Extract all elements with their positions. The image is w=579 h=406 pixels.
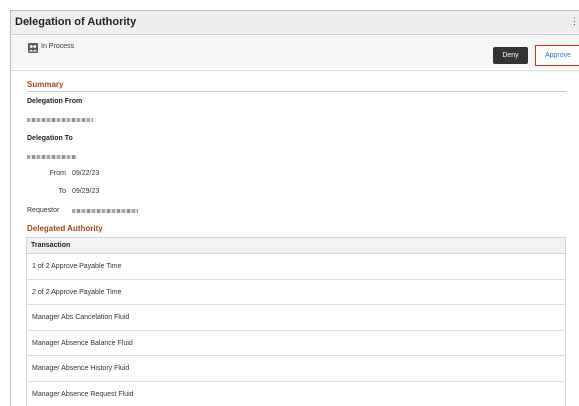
transaction-grid: Transaction 1 of 2 Approve Payable Time …: [26, 237, 566, 406]
people-icon: [28, 43, 38, 53]
status-bar: In Process Deny Approve: [11, 36, 579, 69]
delegation-to-label: Delegation To: [27, 135, 73, 142]
table-row: Manager Abs Cancelation Fluid: [27, 305, 565, 331]
delegation-from-label: Delegation From: [27, 98, 83, 105]
more-options-icon[interactable]: ⋮: [570, 17, 579, 26]
table-row: 1 of 2 Approve Payable Time: [27, 254, 565, 280]
header-divider: [11, 70, 579, 71]
approve-button[interactable]: Approve: [535, 45, 579, 66]
table-row: Manager Absence History Fluid: [27, 356, 565, 382]
deny-button[interactable]: Deny: [493, 47, 528, 64]
table-row: 2 of 2 Approve Payable Time: [27, 280, 565, 305]
requestor-label: Requestor: [27, 207, 60, 214]
to-date-label: To: [58, 188, 66, 195]
delegation-to-value-redacted: [27, 155, 77, 159]
summary-rule: [27, 91, 566, 92]
title-bar: Delegation of Authority ⋮: [11, 11, 579, 35]
summary-section-title: Summary: [27, 80, 64, 89]
page-title: Delegation of Authority: [15, 16, 137, 28]
status-text: In Process: [41, 43, 75, 50]
table-row: Manager Absence Request Fluid: [27, 382, 565, 406]
grid-column-header-transaction: Transaction: [27, 238, 565, 254]
from-date-label: From: [49, 170, 66, 177]
delegated-authority-section-title: Delegated Authority: [27, 224, 103, 233]
from-date-value: 09/22/23: [72, 170, 100, 177]
to-date-value: 09/29/23: [72, 188, 100, 195]
table-row: Manager Absence Balance Fluid: [27, 331, 565, 356]
requestor-value-redacted: [72, 209, 138, 213]
delegation-from-value-redacted: [27, 118, 93, 122]
